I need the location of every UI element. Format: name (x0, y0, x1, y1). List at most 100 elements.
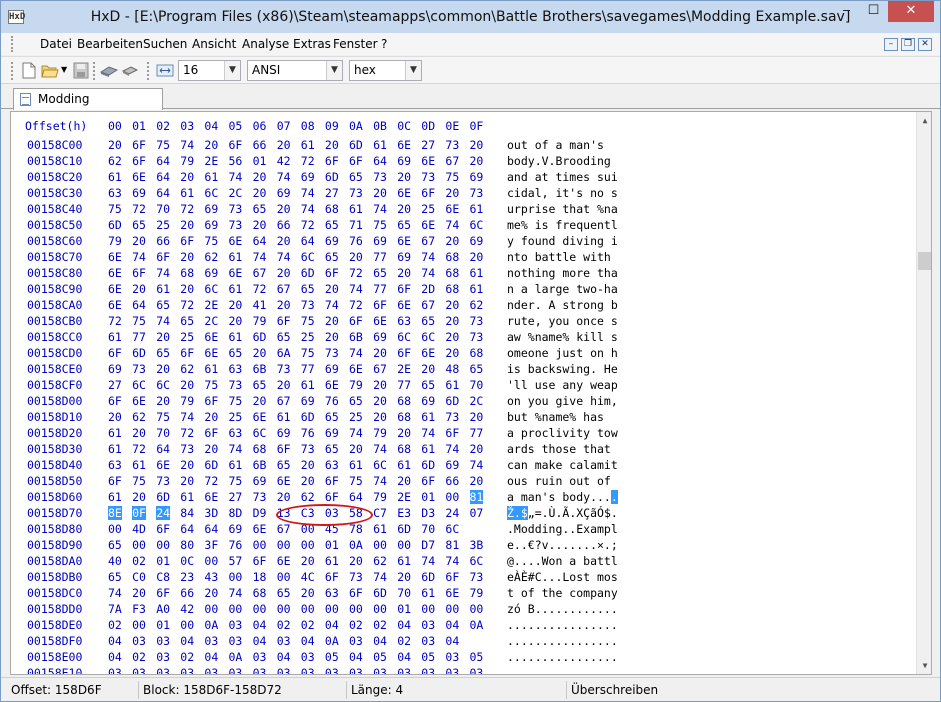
hex-byte[interactable]: 73 (253, 490, 267, 504)
hex-byte[interactable]: 61 (301, 378, 315, 392)
hex-byte[interactable]: 69 (229, 522, 243, 536)
hex-byte[interactable]: 00 (253, 602, 267, 616)
hex-byte[interactable]: 6F (421, 186, 435, 200)
hex-byte[interactable]: 03 (301, 666, 315, 674)
hex-byte[interactable]: 03 (229, 666, 243, 674)
hex-byte[interactable]: 0C (180, 554, 194, 568)
hex-byte[interactable]: 65 (132, 218, 146, 232)
hex-byte[interactable]: 20 (229, 298, 243, 312)
hex-byte[interactable]: 75 (204, 234, 218, 248)
hex-byte[interactable]: 20 (397, 266, 411, 280)
hex-byte[interactable]: 03 (470, 666, 484, 674)
ascii-text[interactable]: t of the company (507, 586, 618, 600)
ascii-text[interactable]: me% is frequentl (507, 218, 618, 232)
hex-byte[interactable]: 70 (156, 426, 170, 440)
hex-byte[interactable]: 20 (277, 202, 291, 216)
hex-byte[interactable]: 01 (325, 538, 339, 552)
ascii-text[interactable]: cidal, it's no s (507, 186, 618, 200)
hex-byte[interactable]: 69 (301, 394, 315, 408)
hex-byte[interactable]: 20 (277, 378, 291, 392)
hex-byte[interactable]: 00 (180, 618, 194, 632)
hex-byte[interactable]: 61 (445, 378, 459, 392)
hex-byte[interactable]: C7 (373, 506, 387, 520)
hex-byte[interactable]: 67 (373, 362, 387, 376)
hex-byte[interactable]: 6E (445, 202, 459, 216)
hex-byte[interactable]: 71 (349, 218, 363, 232)
hex-byte[interactable]: 6E (204, 490, 218, 504)
hex-byte[interactable]: 73 (325, 346, 339, 360)
hex-byte[interactable]: 27 (108, 378, 122, 392)
hex-byte[interactable]: 04 (108, 650, 122, 664)
open-dropdown-arrow-icon[interactable]: ▼ (61, 65, 67, 74)
hex-byte[interactable]: 72 (301, 154, 315, 168)
hex-byte[interactable]: 27 (325, 186, 339, 200)
mdi-close-button[interactable]: ✕ (918, 38, 932, 51)
ascii-text[interactable]: nder. A strong b (507, 298, 618, 312)
new-file-icon[interactable] (20, 62, 38, 79)
hex-byte[interactable]: 6C (397, 330, 411, 344)
hex-byte[interactable]: 00 (445, 490, 459, 504)
hex-byte[interactable]: 03 (156, 666, 170, 674)
offset-base-select[interactable]: hex ▼ (349, 60, 422, 81)
hex-byte[interactable]: 00 (156, 538, 170, 552)
mdi-minimize-button[interactable]: – (884, 38, 898, 51)
hex-byte[interactable]: 20 (253, 218, 267, 232)
hex-byte[interactable]: 20 (470, 154, 484, 168)
hex-byte[interactable]: 61 (421, 410, 435, 424)
hex-byte[interactable]: 6D (253, 330, 267, 344)
hex-byte[interactable]: 04 (349, 650, 363, 664)
hex-byte[interactable]: 65 (253, 378, 267, 392)
hex-byte[interactable]: 61 (397, 554, 411, 568)
hex-byte[interactable]: 75 (132, 474, 146, 488)
hex-byte[interactable]: 74 (421, 554, 435, 568)
hex-byte[interactable]: 61 (373, 522, 387, 536)
hex-byte[interactable]: 69 (301, 170, 315, 184)
hex-byte[interactable]: 80 (180, 538, 194, 552)
hex-byte[interactable]: 0A (470, 618, 484, 632)
hex-byte[interactable]: 73 (349, 570, 363, 584)
hex-byte[interactable]: 6E (421, 218, 435, 232)
hex-byte[interactable]: 43 (204, 570, 218, 584)
hex-byte[interactable]: 20 (397, 474, 411, 488)
hex-byte[interactable]: 61 (470, 202, 484, 216)
hex-byte[interactable]: 64 (156, 170, 170, 184)
title-bar[interactable]: HxD HxD - [E:\Program Files (x86)\Steam\… (1, 1, 940, 33)
hex-byte[interactable]: 02 (132, 554, 146, 568)
scroll-down-icon[interactable]: ▼ (917, 657, 931, 674)
hex-byte[interactable]: 00 (301, 602, 315, 616)
hex-byte[interactable]: 6E (349, 362, 363, 376)
hex-byte[interactable]: 73 (156, 474, 170, 488)
hex-byte[interactable]: 6C (204, 186, 218, 200)
hex-byte[interactable]: 6E (277, 474, 291, 488)
hex-byte[interactable]: 77 (397, 378, 411, 392)
hex-byte[interactable]: 0F (132, 506, 146, 520)
hex-byte[interactable]: 6E (132, 170, 146, 184)
hex-byte[interactable]: 20 (277, 298, 291, 312)
hex-byte[interactable]: 69 (421, 394, 435, 408)
hex-byte[interactable]: 61 (156, 282, 170, 296)
hex-byte[interactable]: 65 (421, 378, 435, 392)
hex-byte[interactable]: 75 (229, 394, 243, 408)
hex-byte[interactable]: 70 (397, 586, 411, 600)
hex-byte[interactable]: 20 (180, 474, 194, 488)
hex-byte[interactable]: 2D (421, 282, 435, 296)
hex-byte[interactable]: 6C (156, 378, 170, 392)
hex-byte[interactable]: 68 (470, 346, 484, 360)
ascii-text[interactable]: zó B............ (507, 602, 618, 616)
hex-byte[interactable]: 73 (229, 378, 243, 392)
hex-byte[interactable]: 73 (470, 186, 484, 200)
hex-byte[interactable]: 6F (277, 314, 291, 328)
hex-byte[interactable]: 72 (301, 218, 315, 232)
hex-byte[interactable]: 73 (470, 330, 484, 344)
hex-byte[interactable]: 00 (229, 570, 243, 584)
hex-byte[interactable]: 6C (253, 426, 267, 440)
hex-byte[interactable]: 65 (301, 282, 315, 296)
hex-byte[interactable]: 65 (156, 346, 170, 360)
hex-byte[interactable]: 03 (325, 666, 339, 674)
hex-byte[interactable]: 2E (397, 362, 411, 376)
hex-byte[interactable]: 6F (156, 250, 170, 264)
hex-byte[interactable]: 05 (470, 650, 484, 664)
hex-byte[interactable]: 69 (132, 186, 146, 200)
hex-byte[interactable]: 72 (253, 282, 267, 296)
hex-byte[interactable]: 67 (445, 154, 459, 168)
